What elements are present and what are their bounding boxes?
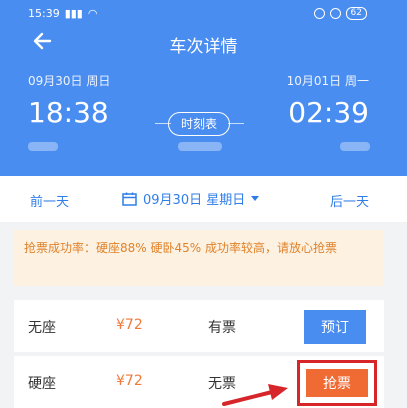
day-selector: 前一天 09月30日 星期日 后一天: [0, 176, 407, 222]
calendar-icon: [122, 192, 137, 206]
grab-ticket-button[interactable]: 抢票: [306, 369, 368, 397]
seat-type: 无座: [28, 320, 56, 336]
seat-type: 硬座: [28, 376, 56, 392]
book-button[interactable]: 预订: [304, 310, 366, 344]
success-rate-notice: 抢票成功率：硬座88% 硬卧45% 成功率较高，请放心抢票: [14, 230, 384, 286]
timetable-button[interactable]: 时刻表: [168, 112, 230, 136]
train-number-blurred: [178, 142, 222, 151]
next-day-button[interactable]: 后一天: [330, 191, 369, 210]
arrive-date: 10月01日 周一: [286, 74, 369, 88]
depart-time: 18:38: [28, 96, 109, 129]
clock-icon: [329, 7, 341, 19]
arrive-time: 02:39: [288, 96, 369, 129]
pointer-arrow-icon: [222, 384, 288, 406]
wifi-icon: ◠: [87, 6, 98, 20]
divider-line: [228, 123, 244, 124]
page-title: 车次详情: [169, 37, 238, 57]
status-time: 15:39: [28, 6, 60, 20]
seat-price: ¥72: [116, 373, 143, 389]
date-picker[interactable]: 09月30日 星期日: [122, 189, 260, 208]
alarm-icon: [313, 7, 325, 19]
seat-row: 硬座 ¥72 无票 抢票: [14, 356, 384, 408]
seat-price: ¥72: [116, 317, 143, 333]
ticket-availability: 有票: [208, 320, 236, 336]
train-header: 15:39 ▮▮▮ ◠ 62 车次详情 09月30日 周日 10月01日 周一 …: [0, 0, 407, 176]
highlight-box: 抢票: [297, 360, 377, 406]
signal-icon: ▮▮▮: [64, 6, 83, 20]
battery-indicator: 62: [345, 6, 367, 20]
depart-date: 09月30日 周日: [28, 74, 111, 88]
nav-bar: 车次详情: [0, 24, 407, 58]
arrive-station-blurred: [340, 142, 370, 151]
current-date: 09月30日 星期日: [143, 193, 246, 208]
seat-row: 无座 ¥72 有票 预订: [14, 300, 384, 352]
status-bar: 15:39 ▮▮▮ ◠ 62: [28, 6, 367, 20]
depart-station-blurred: [28, 142, 58, 151]
prev-day-button[interactable]: 前一天: [30, 191, 69, 210]
chevron-down-icon: [251, 196, 260, 201]
